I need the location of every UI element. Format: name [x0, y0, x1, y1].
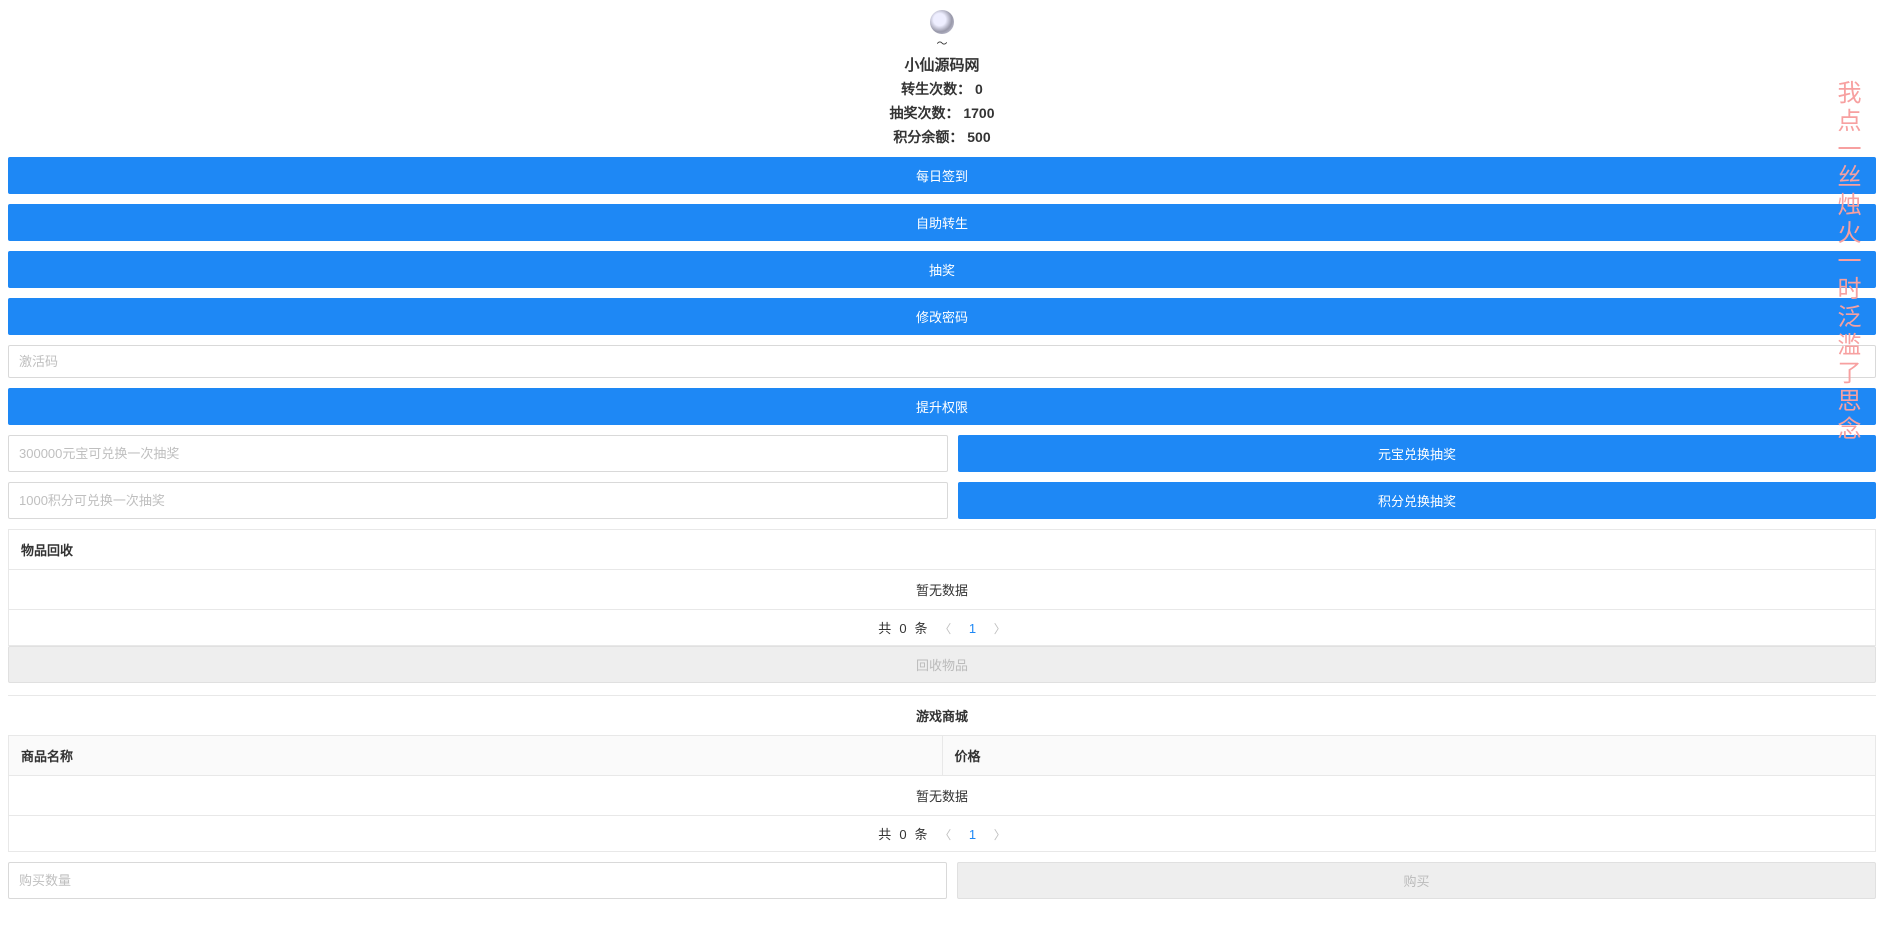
buy-button: 购买: [957, 862, 1876, 899]
yuanbao-exchange-button[interactable]: 元宝兑换抽奖: [958, 435, 1876, 472]
stat-lottery: 抽奖次数： 1700: [8, 103, 1876, 123]
stat-rebirth-value: 0: [975, 81, 983, 97]
recycle-section-title: 物品回收: [8, 529, 1876, 570]
pager-prev-icon[interactable]: 〈: [939, 622, 951, 636]
mall-table-header: 商品名称 价格: [8, 735, 1876, 776]
activation-code-input[interactable]: [8, 345, 1876, 378]
recycle-items-button: 回收物品: [8, 646, 1876, 683]
site-title: 小仙源码网: [8, 54, 1876, 75]
recycle-empty: 暂无数据: [8, 570, 1876, 610]
lottery-button[interactable]: 抽奖: [8, 251, 1876, 288]
pager-next-icon[interactable]: 〉: [994, 622, 1006, 636]
recycle-pager: 共0条 〈 1 〉: [8, 610, 1876, 646]
avatar-decoration: 〜: [8, 39, 1876, 50]
stat-points-value: 500: [967, 129, 990, 145]
points-exchange-button[interactable]: 积分兑换抽奖: [958, 482, 1876, 519]
mall-section-title: 游戏商城: [8, 695, 1876, 735]
buy-qty-input[interactable]: [8, 862, 947, 899]
pager-total-prefix: 共: [878, 621, 891, 636]
mall-pager: 共0条 〈 1 〉: [8, 816, 1876, 852]
pager-total-suffix: 条: [915, 621, 928, 636]
pager-total-prefix: 共: [878, 827, 891, 842]
stat-points: 积分余额： 500: [8, 127, 1876, 147]
stat-lottery-value: 1700: [963, 105, 994, 121]
pager-next-icon[interactable]: 〉: [994, 828, 1006, 842]
pager-page-1[interactable]: 1: [963, 827, 982, 842]
stat-lottery-label: 抽奖次数：: [889, 105, 959, 121]
upgrade-permission-button[interactable]: 提升权限: [8, 388, 1876, 425]
yuanbao-input[interactable]: [8, 435, 948, 472]
pager-total-count: 0: [899, 621, 906, 636]
user-header: 〜 小仙源码网 转生次数： 0 抽奖次数： 1700 积分余额： 500: [8, 0, 1876, 157]
points-input[interactable]: [8, 482, 948, 519]
pager-prev-icon[interactable]: 〈: [939, 828, 951, 842]
mall-col-name: 商品名称: [9, 736, 942, 775]
pager-total-count: 0: [899, 827, 906, 842]
stat-rebirth-label: 转生次数：: [901, 81, 971, 97]
pager-page-1[interactable]: 1: [963, 621, 982, 636]
avatar: [930, 10, 954, 34]
stat-points-label: 积分余额：: [893, 129, 963, 145]
mall-col-price: 价格: [942, 736, 1876, 775]
pager-total-suffix: 条: [915, 827, 928, 842]
stat-rebirth: 转生次数： 0: [8, 79, 1876, 99]
mall-empty: 暂无数据: [8, 776, 1876, 816]
change-password-button[interactable]: 修改密码: [8, 298, 1876, 335]
daily-sign-button[interactable]: 每日签到: [8, 157, 1876, 194]
self-rebirth-button[interactable]: 自助转生: [8, 204, 1876, 241]
